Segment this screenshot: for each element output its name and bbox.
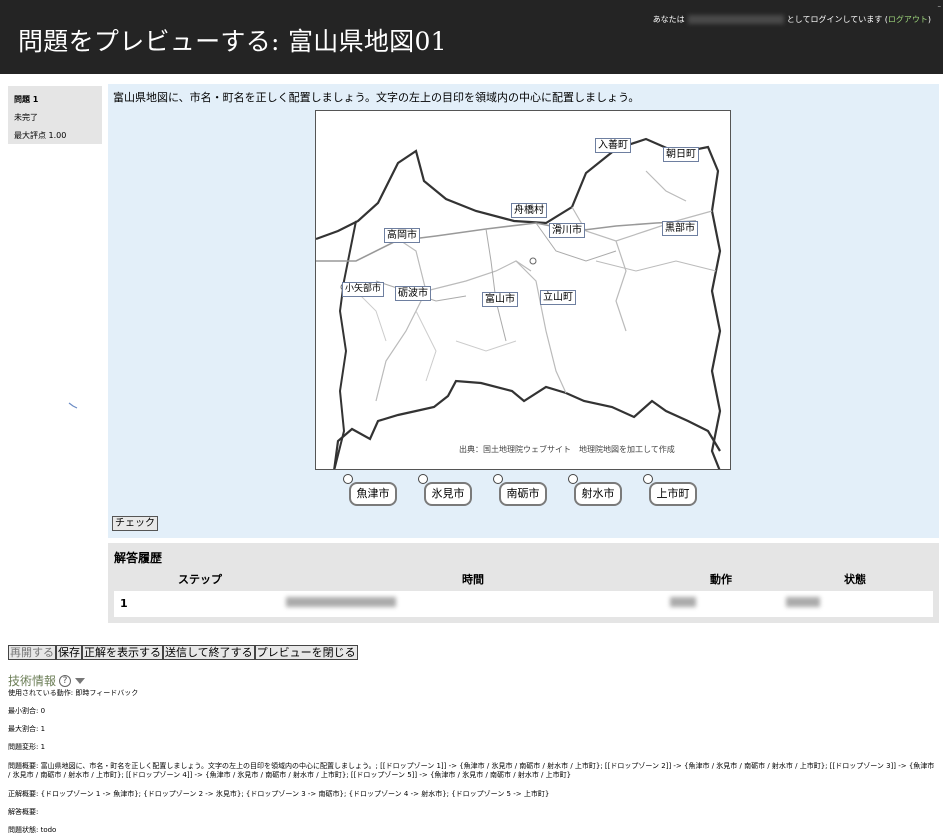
show-correct-button[interactable]: 正解を表示する — [82, 645, 163, 660]
corner-mark: – — [937, 2, 942, 10]
map-label-toyama: 富山市 — [482, 292, 518, 307]
map-credit: 出典：国土地理院ウェブサイト 地理院地図を加工して作成 — [459, 445, 675, 454]
drag-item-uozu[interactable]: 魚津市 — [349, 482, 397, 506]
tech-max-fraction: 最大割合: 1 — [8, 725, 46, 733]
question-status: 未完了 — [14, 113, 38, 122]
history-title: 解答履歴 — [114, 551, 163, 565]
drag-item-imizu[interactable]: 射水市 — [574, 482, 622, 506]
restart-button[interactable]: 再開する — [8, 645, 56, 660]
tech-info-title: 技術情報 — [8, 674, 57, 688]
save-button[interactable]: 保存 — [56, 645, 82, 660]
map-label-asahi: 朝日町 — [663, 147, 699, 162]
history-col-action: 動作 — [710, 573, 732, 586]
map-label-oyabe: 小矢部市 — [342, 282, 385, 297]
drag-item-nanto[interactable]: 南砺市 — [499, 482, 547, 506]
question-info: 問題 1 未完了 最大評点 1.00 — [8, 86, 102, 144]
user-name-redacted — [687, 15, 784, 24]
map-label-namerikawa: 滑川市 — [549, 223, 585, 238]
submit-finish-button[interactable]: 送信して終了する — [163, 645, 255, 660]
map-label-nyuzen: 入善町 — [595, 138, 631, 153]
tech-right-answer: 正解概要: {ドロップゾーン 1 -> 魚津市}; {ドロップゾーン 2 -> … — [8, 790, 550, 798]
logout-link[interactable]: ログアウト — [888, 14, 928, 25]
map-label-tonami: 砺波市 — [395, 286, 431, 301]
map-label-takaoka: 高岡市 — [384, 228, 420, 243]
history-step-cell: 1 — [120, 597, 128, 610]
login-suffix: としてログインしています ( — [786, 15, 888, 24]
history-col-state: 状態 — [844, 573, 866, 586]
page-title: 問題をプレビューする: 富山県地図01 — [18, 27, 447, 56]
login-close: ) — [927, 15, 931, 24]
tech-question-summary: 問題概要: 富山県地図に、市名・町名を正しく配置しましょう。文字の左上の目印を領… — [8, 762, 935, 779]
history-col-time: 時間 — [462, 573, 484, 586]
question-max-mark: 最大評点 1.00 — [14, 131, 67, 140]
tech-question-state: 問題状態: todo — [8, 826, 57, 834]
expand-triangle-icon[interactable] — [75, 677, 86, 684]
drag-item-himi[interactable]: 氷見市 — [424, 482, 472, 506]
close-preview-button[interactable]: プレビューを閉じる — [254, 645, 358, 660]
history-state-cell-redacted — [786, 597, 820, 610]
history-time-cell-redacted — [286, 597, 396, 610]
map-label-funahashi: 舟橋村 — [511, 203, 547, 218]
login-prefix: あなたは — [652, 15, 685, 24]
question-content: 富山県地図に、市名・町名を正しく配置しましょう。文字の左上の目印を領域内の中心に… — [108, 84, 939, 538]
preview-actions: 再開する 保存 正解を表示する 送信して終了する プレビューを閉じる — [8, 645, 358, 660]
response-history: 解答履歴 ステップ 時間 動作 状態 1 — [108, 543, 939, 623]
question-number: 問題 1 — [14, 95, 39, 104]
page-header: 問題をプレビューする: 富山県地図01 あなたは としてログインしています ( … — [0, 0, 943, 74]
map-image: 入善町 朝日町 舟橋村 滑川市 黒部市 高岡市 小矢部市 砺波市 富山市 立山町… — [315, 110, 731, 470]
map-label-kurobe: 黒部市 — [662, 221, 698, 236]
map-label-tateyama: 立山町 — [540, 290, 576, 305]
tech-variant: 問題変形: 1 — [8, 743, 46, 751]
table-row: 1 — [114, 591, 933, 617]
check-button[interactable]: チェック — [112, 516, 158, 531]
drag-item-kamiichi[interactable]: 上市町 — [649, 482, 697, 506]
tech-response-summary: 解答概要: — [8, 808, 39, 816]
history-action-cell-redacted — [670, 597, 696, 610]
tech-info-toggle[interactable]: 技術情報 ? — [8, 672, 86, 689]
login-info: あなたは としてログインしています ( ログアウト ) — [653, 14, 931, 25]
tech-behaviour: 使用されている動作: 即時フィードバック — [8, 689, 139, 697]
tech-min-fraction: 最小割合: 0 — [8, 707, 46, 715]
question-text: 富山県地図に、市名・町名を正しく配置しましょう。文字の左上の目印を領域内の中心に… — [113, 91, 640, 104]
help-icon[interactable]: ? — [59, 674, 72, 687]
history-col-step: ステップ — [178, 573, 222, 586]
small-arrow-icon — [68, 402, 78, 409]
